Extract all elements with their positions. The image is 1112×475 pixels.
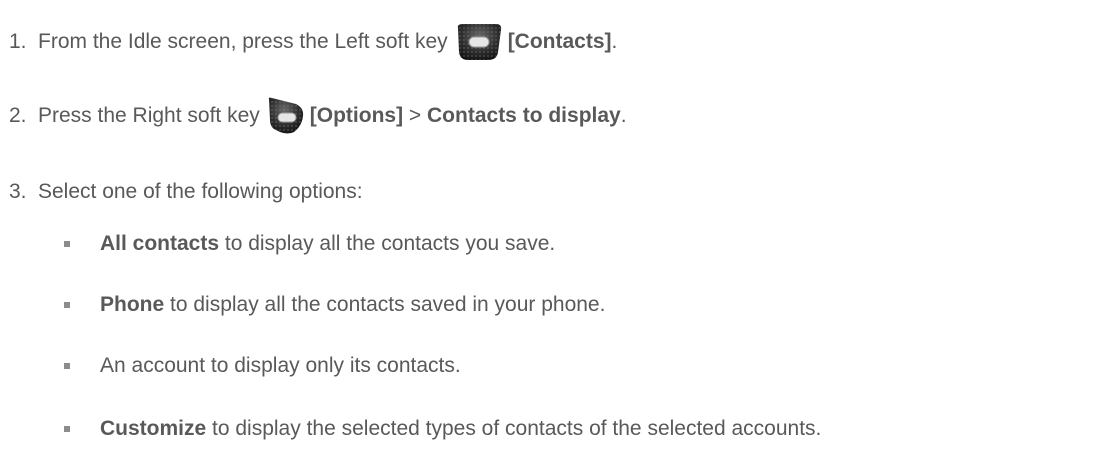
option-text: Phone to display all the contacts saved … — [100, 293, 605, 317]
bullet-icon — [64, 241, 70, 247]
step-number: 1. — [9, 30, 27, 53]
option-bold: All contacts — [100, 232, 220, 255]
step-end: . — [611, 30, 618, 53]
option-description: An account to display only its contacts. — [100, 354, 461, 377]
option-item-phone: Phone to display all the contacts saved … — [64, 290, 605, 320]
option-item-all-contacts: All contacts to display all the contacts… — [64, 229, 555, 259]
menu-separator: > — [403, 104, 428, 127]
contacts-key-label: [Contacts] — [507, 30, 612, 53]
options-key-label: [Options] — [309, 104, 404, 127]
option-text: Customize to display the selected types … — [100, 417, 821, 441]
step-number: 3. — [9, 180, 27, 203]
bullet-icon — [64, 363, 70, 369]
option-bold: Customize — [100, 417, 207, 440]
step-2: 2. Press the Right soft key [Options] > … — [9, 96, 627, 136]
option-item-customize: Customize to display the selected types … — [64, 414, 821, 444]
step-1: 1. From the Idle screen, press the Left … — [9, 22, 617, 62]
step-text-before: From the Idle screen, press the Left sof… — [38, 30, 448, 53]
contacts-to-display-label: Contacts to display — [427, 104, 621, 127]
right-soft-key-icon — [266, 96, 306, 136]
option-description: to display all the contacts you save. — [219, 232, 556, 255]
option-text: An account to display only its contacts. — [100, 354, 461, 378]
step-text: From the Idle screen, press the Left sof… — [38, 22, 617, 62]
bullet-icon — [64, 302, 70, 308]
left-soft-key-icon — [454, 22, 504, 62]
step-text: Press the Right soft key [Options] > Con… — [38, 96, 627, 136]
step-text-before: Press the Right soft key — [38, 104, 260, 127]
option-description: to display all the contacts saved in you… — [164, 293, 606, 316]
step-number: 2. — [9, 104, 27, 127]
step-end: . — [620, 104, 627, 127]
option-description: to display the selected types of contact… — [206, 417, 822, 440]
option-item-account: An account to display only its contacts. — [64, 351, 461, 381]
bullet-icon — [64, 426, 70, 432]
option-bold: Phone — [100, 293, 165, 316]
option-text: All contacts to display all the contacts… — [100, 232, 555, 256]
step-3: 3. Select one of the following options: — [9, 172, 363, 212]
instruction-document: 1. From the Idle screen, press the Left … — [0, 0, 1112, 475]
step-text: Select one of the following options: — [38, 180, 363, 203]
